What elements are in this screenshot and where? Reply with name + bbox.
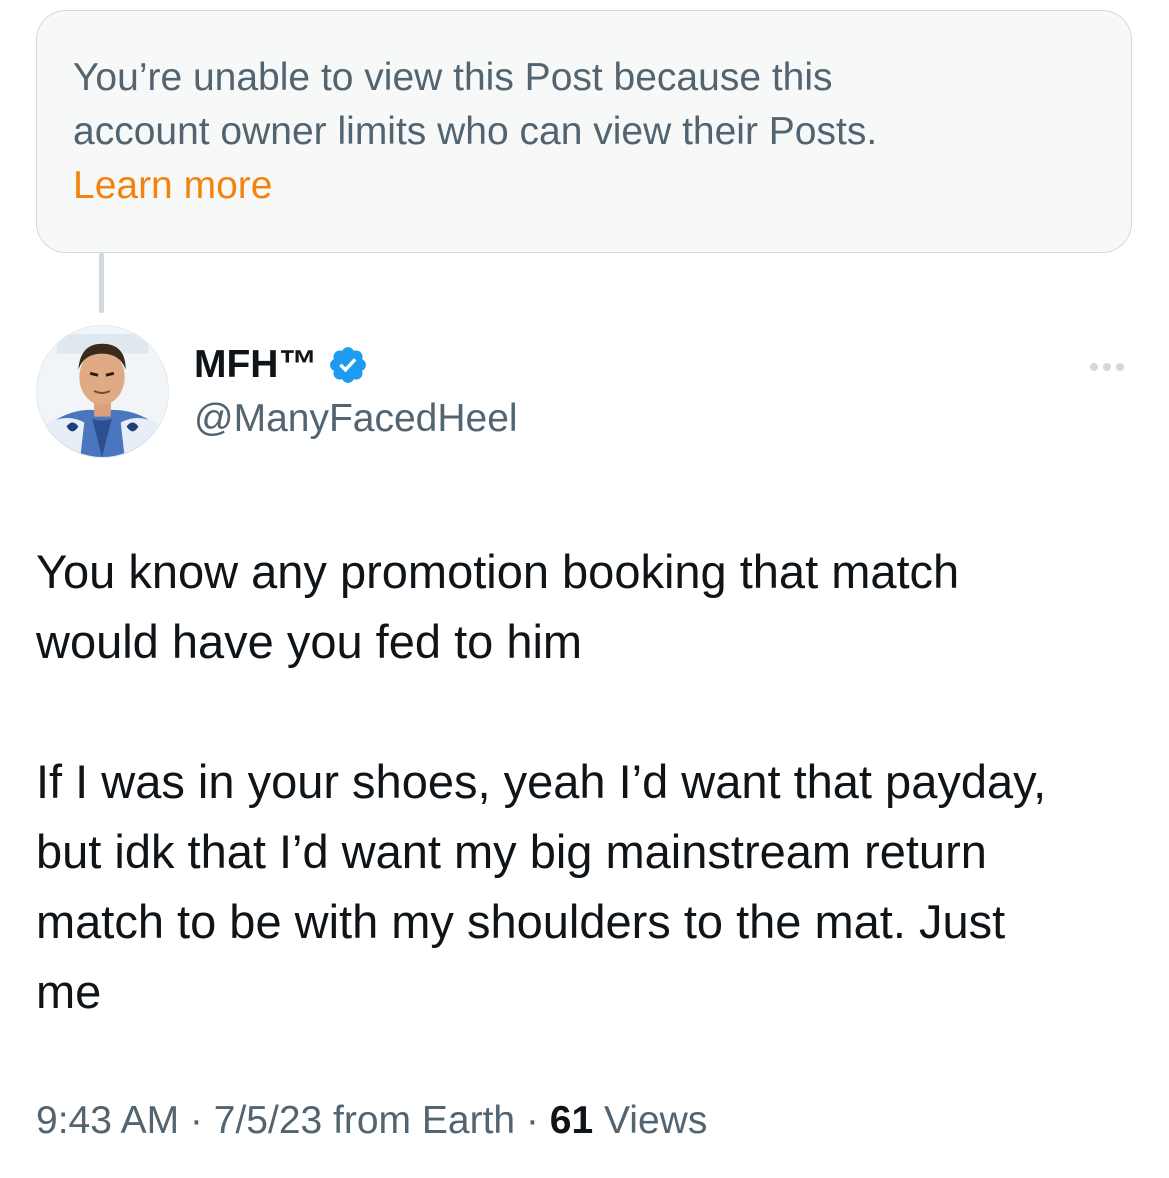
learn-more-link[interactable]: Learn more xyxy=(73,159,1095,213)
tweet-line: If I was in your shoes, yeah I’d want th… xyxy=(36,755,1047,808)
more-dot xyxy=(1090,363,1098,371)
meta-separator: · xyxy=(179,1099,214,1142)
avatar[interactable] xyxy=(36,325,169,458)
tweet-paragraph-2: If I was in your shoes, yeah I’d want th… xyxy=(36,747,1136,1027)
more-options-icon[interactable] xyxy=(1084,352,1130,382)
author-display-name[interactable]: MFH™ xyxy=(194,343,317,387)
tweet-time[interactable]: 9:43 AM xyxy=(36,1099,179,1142)
notice-text-line-2: account owner limits who can view their … xyxy=(73,110,878,153)
restricted-post-notice: You’re unable to view this Post because … xyxy=(36,10,1132,253)
tweet-line: but idk that I’d want my big mainstream … xyxy=(36,825,987,878)
tweet-line: me xyxy=(36,965,102,1018)
tweet-date[interactable]: 7/5/23 xyxy=(214,1099,322,1142)
more-dot xyxy=(1116,363,1124,371)
tweet-text: You know any promotion booking that matc… xyxy=(36,537,1136,1027)
tweet-line: You know any promotion booking that matc… xyxy=(36,545,960,598)
more-dot xyxy=(1103,363,1111,371)
tweet-paragraph-1: You know any promotion booking that matc… xyxy=(36,537,1136,677)
tweet-line: would have you fed to him xyxy=(36,615,583,668)
views-label: Views xyxy=(593,1099,708,1142)
avatar-illustration xyxy=(37,326,168,457)
tweet-metadata: 9:43 AM · 7/5/23 from Earth · 61 Views xyxy=(36,1099,707,1143)
tweet-source: from Earth xyxy=(322,1099,516,1142)
thread-connector-line xyxy=(99,253,104,313)
author-name-row: MFH™ xyxy=(194,343,369,387)
views-count: 61 xyxy=(549,1099,594,1142)
meta-separator: · xyxy=(515,1099,550,1142)
notice-text-line-1: You’re unable to view this Post because … xyxy=(73,56,833,99)
tweet-line: match to be with my shoulders to the mat… xyxy=(36,895,1006,948)
author-handle[interactable]: @ManyFacedHeel xyxy=(194,397,518,441)
verified-badge-icon xyxy=(327,344,369,386)
